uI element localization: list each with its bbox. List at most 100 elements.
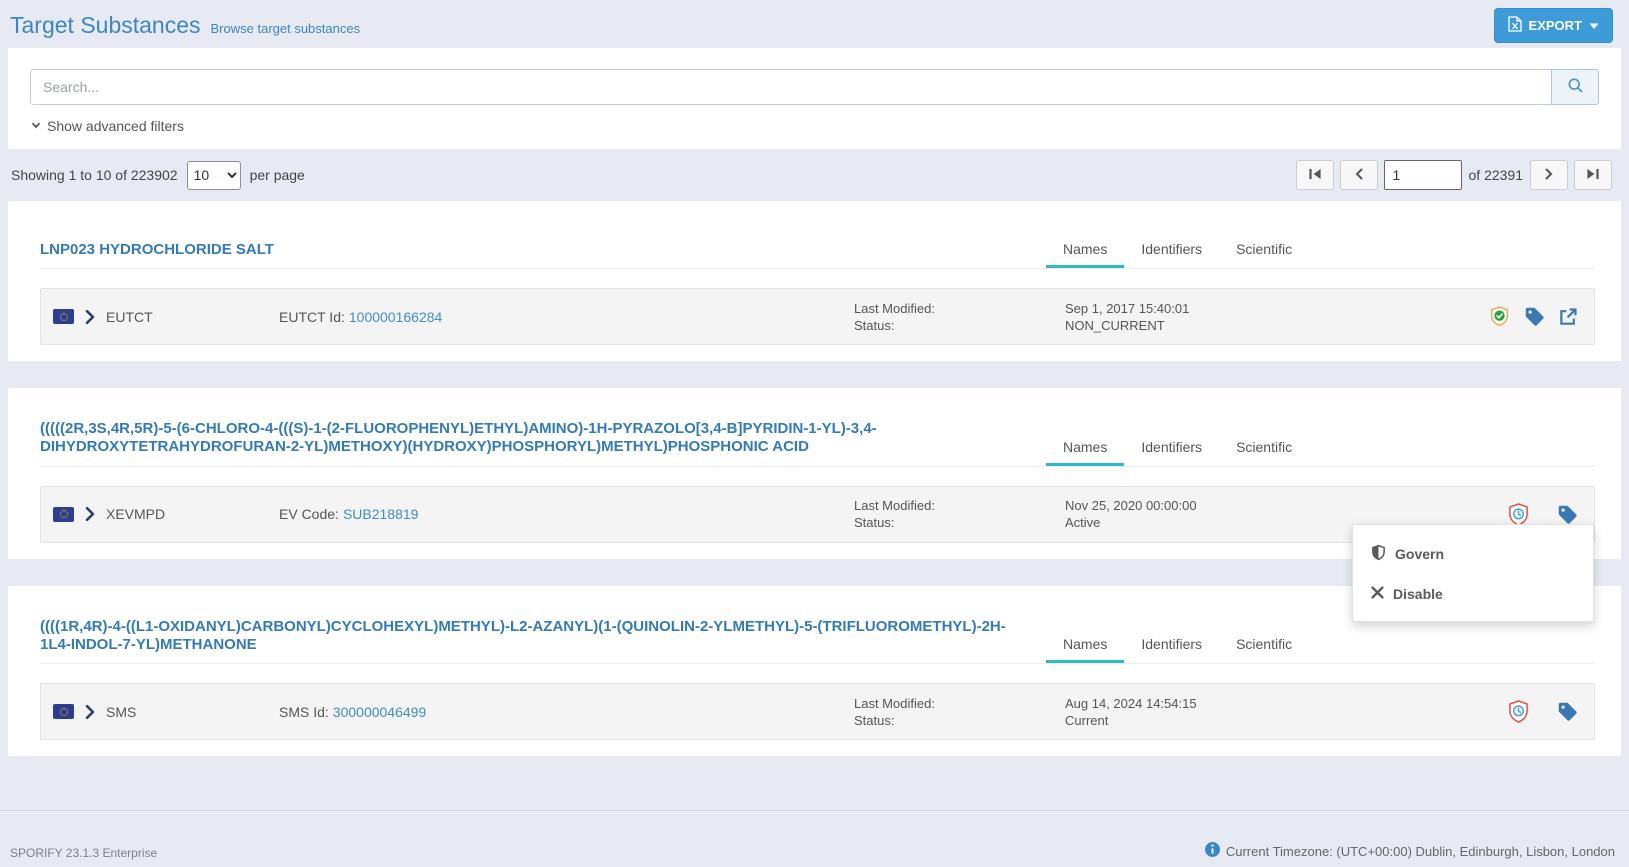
substance-title-link[interactable]: (((((2R,3S,4R,5R)-5-(6-CHLORO-4-(((S)-1-… xyxy=(40,420,1032,457)
expand-chevron-icon[interactable] xyxy=(85,507,95,522)
row-source: XEVMPD xyxy=(53,506,279,522)
source-label: EUTCT xyxy=(106,308,153,325)
page-header: Target Substances Browse target substanc… xyxy=(0,0,1629,48)
substance-card-2: (((((2R,3S,4R,5R)-5-(6-CHLORO-4-(((S)-1-… xyxy=(8,388,1621,622)
last-modified-value: Aug 14, 2024 14:54:15 xyxy=(1065,695,1197,711)
skip-first-icon xyxy=(1308,168,1322,183)
substance-id: SMS Id: 300000046499 xyxy=(279,704,854,720)
id-link[interactable]: 100000166284 xyxy=(349,309,442,325)
last-modified-label: Last Modified: xyxy=(854,498,935,514)
tab-identifiers[interactable]: Identifiers xyxy=(1124,628,1219,663)
skip-last-icon xyxy=(1586,168,1600,183)
substance-row: EUTCT EUTCT Id: 100000166284 Last Modifie… xyxy=(40,288,1595,345)
eu-flag-icon xyxy=(53,704,74,720)
substance-title-link[interactable]: ((((1R,4R)-4-((L1-OXIDANYL)CARBONYL)CYCL… xyxy=(40,618,1032,655)
showing-text: Showing 1 to 10 of 223902 xyxy=(11,167,178,183)
per-page-select[interactable]: 10 xyxy=(186,160,241,190)
advanced-filters-toggle[interactable]: Show advanced filters xyxy=(30,118,184,134)
excel-file-icon xyxy=(1507,15,1522,35)
pagination-bar: Showing 1 to 10 of 223902 10 per page of… xyxy=(0,149,1629,201)
card-head: LNP023 HYDROCHLORIDE SALT Names Identifi… xyxy=(40,233,1595,269)
eu-flag-icon xyxy=(53,309,74,324)
row-source: EUTCT xyxy=(53,309,279,325)
timezone-info: Current Timezone: (UTC+00:00) Dublin, Ed… xyxy=(1204,842,1615,860)
meta-labels: Last Modified: Status: xyxy=(854,300,1065,334)
info-icon xyxy=(1204,842,1220,860)
search-panel: Show advanced filters xyxy=(8,48,1621,149)
id-label: SMS Id: xyxy=(279,703,329,720)
tab-names[interactable]: Names xyxy=(1046,628,1125,664)
menu-item-label: Govern xyxy=(1395,545,1445,562)
search-button[interactable] xyxy=(1551,69,1599,105)
page-footer: SPORIFY 23.1.3 Enterprise Current Timezo… xyxy=(0,810,1629,867)
menu-item-govern[interactable]: Govern xyxy=(1353,533,1593,575)
row-source: SMS xyxy=(53,704,279,720)
next-page-button[interactable] xyxy=(1530,160,1568,190)
tab-names[interactable]: Names xyxy=(1046,233,1125,268)
row-actions xyxy=(1507,699,1580,724)
page-subtitle: Browse target substances xyxy=(210,20,361,36)
search-icon xyxy=(1567,77,1584,97)
export-button[interactable]: EXPORT xyxy=(1493,7,1613,43)
last-modified-label: Last Modified: xyxy=(854,695,935,711)
meta-values: Aug 14, 2024 14:54:15 Current xyxy=(1065,695,1507,729)
tab-scientific[interactable]: Scientific xyxy=(1219,431,1309,466)
tag-icon[interactable] xyxy=(1557,504,1578,525)
tab-identifiers[interactable]: Identifiers xyxy=(1124,233,1219,268)
page-number-input[interactable] xyxy=(1383,160,1462,190)
meta-labels: Last Modified: Status: xyxy=(854,695,1065,729)
previous-page-button[interactable] xyxy=(1339,160,1378,190)
tab-scientific[interactable]: Scientific xyxy=(1219,233,1309,268)
substance-id: EV Code: SUB218819 xyxy=(279,506,854,522)
status-label: Status: xyxy=(854,712,895,728)
chevron-right-icon xyxy=(1544,168,1554,183)
meta-labels: Last Modified: Status: xyxy=(854,497,1065,531)
tag-icon[interactable] xyxy=(1557,701,1578,722)
tab-identifiers[interactable]: Identifiers xyxy=(1124,431,1219,466)
substance-title-link[interactable]: LNP023 HYDROCHLORIDE SALT xyxy=(40,241,1032,259)
status-label: Status: xyxy=(854,515,895,531)
x-icon xyxy=(1371,586,1384,602)
substance-id: EUTCT Id: 100000166284 xyxy=(279,309,854,325)
search-input[interactable] xyxy=(30,69,1552,105)
substance-card-1: LNP023 HYDROCHLORIDE SALT Names Identifi… xyxy=(8,201,1621,361)
id-link[interactable]: SUB218819 xyxy=(343,506,419,522)
last-page-button[interactable] xyxy=(1574,160,1612,190)
row-actions xyxy=(1488,305,1580,328)
id-label: EV Code: xyxy=(279,506,339,523)
first-page-button[interactable] xyxy=(1295,160,1334,190)
id-label: EUTCT Id: xyxy=(279,308,345,325)
last-modified-value: Nov 25, 2020 00:00:00 xyxy=(1065,498,1197,514)
context-menu: Govern Disable xyxy=(1352,523,1594,622)
search-row xyxy=(30,69,1599,105)
id-link[interactable]: 300000046499 xyxy=(333,704,426,720)
expand-chevron-icon[interactable] xyxy=(85,309,95,324)
tab-names[interactable]: Names xyxy=(1046,431,1125,466)
tag-icon[interactable] xyxy=(1524,306,1545,327)
title-wrap: Target Substances Browse target substanc… xyxy=(10,12,360,39)
substance-list: LNP023 HYDROCHLORIDE SALT Names Identifi… xyxy=(8,201,1621,757)
card-head: (((((2R,3S,4R,5R)-5-(6-CHLORO-4-(((S)-1-… xyxy=(40,420,1595,467)
external-link-icon[interactable] xyxy=(1558,307,1578,327)
substance-row: XEVMPD EV Code: SUB218819 Last Modified: … xyxy=(40,485,1595,622)
page-title: Target Substances xyxy=(10,11,201,38)
shield-check-icon[interactable] xyxy=(1488,305,1511,328)
status-value: NON_CURRENT xyxy=(1065,317,1165,333)
advanced-filters-label: Show advanced filters xyxy=(47,118,184,134)
expand-chevron-icon[interactable] xyxy=(85,704,95,719)
tab-scientific[interactable]: Scientific xyxy=(1219,628,1309,663)
eu-flag-stars xyxy=(59,312,68,321)
shield-icon xyxy=(1371,544,1386,564)
chevron-down-icon xyxy=(30,118,42,134)
card-tabs: Names Identifiers Scientific xyxy=(1046,233,1309,268)
export-button-label: EXPORT xyxy=(1528,17,1582,33)
meta-values: Sep 1, 2017 15:40:01 NON_CURRENT xyxy=(1065,300,1488,334)
source-label: XEVMPD xyxy=(106,506,166,523)
eu-flag-stars xyxy=(59,707,68,716)
status-value: Current xyxy=(1065,712,1109,728)
page-info: Showing 1 to 10 of 223902 10 per page xyxy=(11,160,305,190)
menu-item-disable[interactable]: Disable xyxy=(1353,575,1593,613)
eu-flag-icon xyxy=(53,506,74,522)
shield-clock-icon[interactable] xyxy=(1507,699,1530,724)
substance-row: SMS SMS Id: 300000046499 Last Modified: S… xyxy=(40,683,1595,741)
